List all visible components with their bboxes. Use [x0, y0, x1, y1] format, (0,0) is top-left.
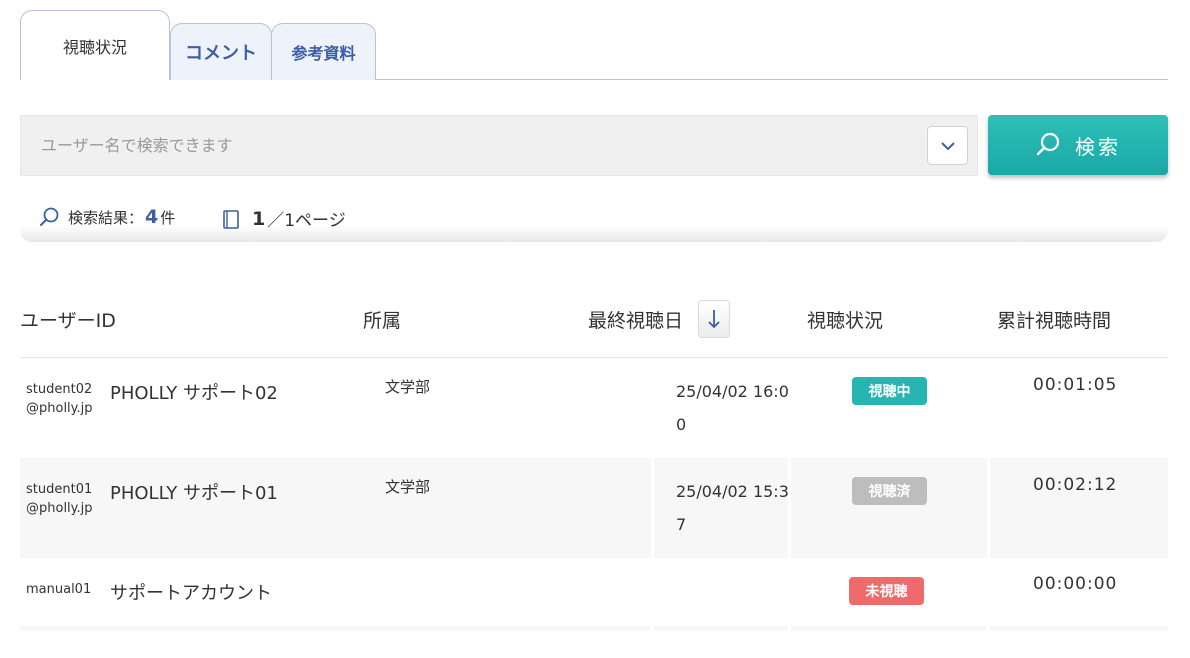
user-id: manual01 — [26, 580, 91, 599]
tab-viewing-status[interactable]: 視聴状況 — [20, 10, 170, 80]
header-last-viewed[interactable]: 最終視聴日 — [588, 306, 683, 333]
search-options-dropdown[interactable] — [927, 126, 968, 165]
result-bar — [20, 200, 1168, 242]
table-row[interactable]: student01 @pholly.jp PHOLLY サポート01 文学部 2… — [20, 458, 1168, 558]
result-count: 検索結果： 4 件 — [38, 206, 175, 228]
user-id-line: student01 — [26, 482, 93, 497]
column-separator — [788, 626, 791, 631]
header-department: 所属 — [363, 310, 402, 332]
status-badge: 視聴中 — [852, 377, 927, 405]
column-separator — [651, 458, 654, 558]
department: 文学部 — [385, 478, 431, 496]
user-id-domain: @pholly.jp — [26, 501, 93, 516]
chevron-down-icon — [940, 141, 955, 150]
search-icon — [40, 207, 59, 226]
last-viewed-date: 25/04/02 16:00 — [676, 382, 789, 434]
last-viewed-date: 25/04/02 15:37 — [676, 482, 789, 534]
search-button-label: 検索 — [1075, 134, 1121, 159]
status-badge: 視聴済 — [852, 477, 927, 505]
user-id: student01 @pholly.jp — [26, 480, 93, 518]
total-duration: 00:02:12 — [1033, 475, 1118, 495]
search-button[interactable]: 検索 — [988, 115, 1168, 175]
page-current: 1 — [252, 207, 266, 230]
user-id-domain: @pholly.jp — [26, 401, 93, 416]
page-icon — [223, 209, 239, 229]
search-box — [20, 115, 978, 176]
result-suffix: 件 — [160, 208, 176, 227]
column-separator — [987, 458, 990, 558]
tab-label: コメント — [185, 43, 257, 64]
table-row[interactable]: manual01 サポートアカウント 未視聴 00:00:00 — [20, 558, 1168, 658]
page-total: ／1ページ — [267, 211, 346, 231]
header-user-id: ユーザーID — [20, 310, 116, 332]
total-duration: 00:00:00 — [1033, 574, 1118, 594]
column-separator — [987, 626, 990, 631]
user-id-line: student02 — [26, 382, 93, 397]
result-count-value: 4 — [145, 206, 159, 228]
user-name: サポートアカウント — [110, 583, 272, 604]
tab-label: 参考資料 — [291, 44, 356, 63]
tab-label: 視聴状況 — [62, 37, 127, 57]
department: 文学部 — [385, 378, 431, 396]
result-prefix: 検索結果： — [68, 208, 144, 227]
header-total-time: 累計視聴時間 — [997, 310, 1112, 332]
status-badge: 未視聴 — [849, 577, 924, 605]
search-input[interactable] — [21, 116, 911, 175]
sort-button[interactable] — [698, 300, 730, 338]
tab-comments[interactable]: コメント — [170, 23, 272, 80]
column-separator — [651, 626, 654, 631]
user-id-line: manual01 — [26, 582, 92, 597]
header-status: 視聴状況 — [807, 310, 884, 332]
table-row[interactable]: student02 @pholly.jp PHOLLY サポート02 文学部 2… — [20, 358, 1168, 458]
tab-reference-materials[interactable]: 参考資料 — [271, 23, 376, 80]
user-name: PHOLLY サポート01 — [110, 483, 278, 504]
table-row[interactable] — [20, 626, 1168, 631]
arrow-down-icon — [708, 310, 720, 329]
user-name: PHOLLY サポート02 — [110, 383, 278, 404]
search-icon — [1036, 132, 1060, 156]
page-indicator: 1 ／1ページ — [222, 206, 346, 231]
user-id: student02 @pholly.jp — [26, 380, 93, 418]
total-duration: 00:01:05 — [1033, 375, 1118, 395]
tab-bar: 視聴状況 コメント 参考資料 — [20, 10, 1168, 80]
